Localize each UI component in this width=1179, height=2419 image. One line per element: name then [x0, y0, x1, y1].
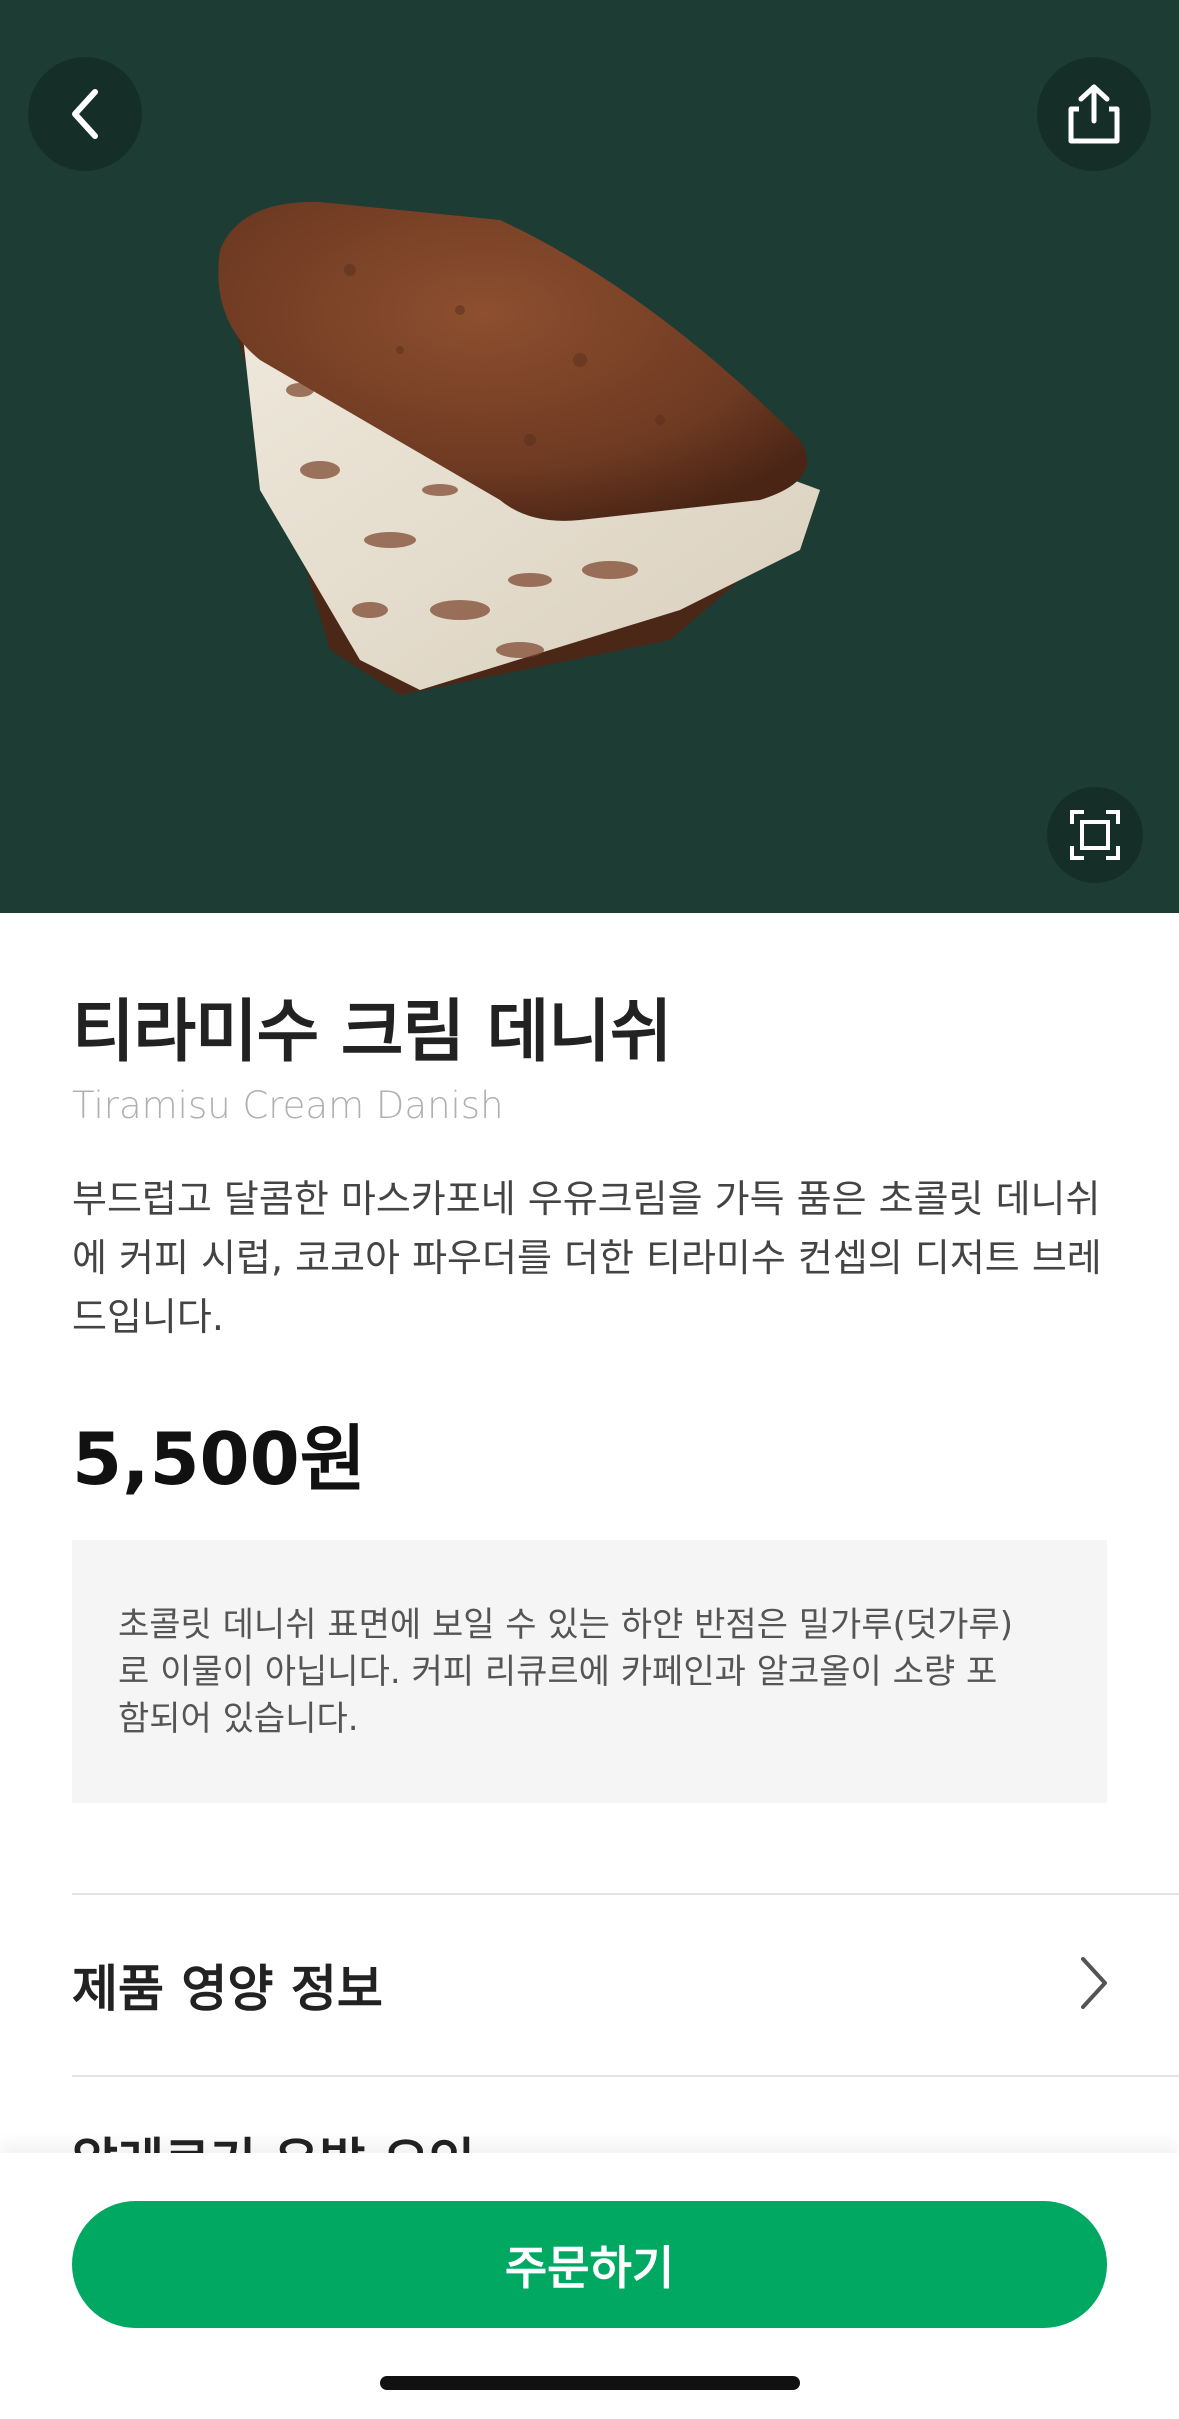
product-english-name: Tiramisu Cream Danish — [72, 1084, 504, 1127]
product-title: 티라미수 크림 데니쉬 — [72, 993, 672, 1072]
product-image — [218, 201, 820, 695]
product-notice-text: 초콜릿 데니쉬 표면에 보일 수 있는 하얀 반점은 밀가루(덧가루)로 이물이… — [118, 1605, 1013, 1739]
home-indicator — [380, 2376, 800, 2390]
product-description: 부드럽고 달콤한 마스카포네 우유크림을 가득 품은 초콜릿 데니쉬에 커피 시… — [72, 1177, 1102, 1339]
back-button[interactable] — [28, 57, 142, 171]
expand-icon — [1070, 810, 1120, 860]
nutrition-info-label: 제품 영양 정보 — [72, 1960, 383, 2018]
expand-image-button[interactable] — [1047, 787, 1143, 883]
share-icon — [1068, 84, 1120, 144]
product-price: 5,500원 — [72, 1417, 366, 1501]
product-notice-box: 초콜릿 데니쉬 표면에 보일 수 있는 하얀 반점은 밀가루(덧가루)로 이물이… — [72, 1540, 1107, 1803]
product-hero-image — [0, 0, 1179, 913]
chevron-left-icon — [72, 89, 98, 139]
nutrition-info-row[interactable]: 제품 영양 정보 — [72, 1895, 1179, 2075]
chevron-right-icon — [1081, 1957, 1107, 2009]
order-button[interactable]: 주문하기 — [72, 2201, 1107, 2328]
divider — [72, 2075, 1179, 2077]
share-button[interactable] — [1037, 57, 1151, 171]
